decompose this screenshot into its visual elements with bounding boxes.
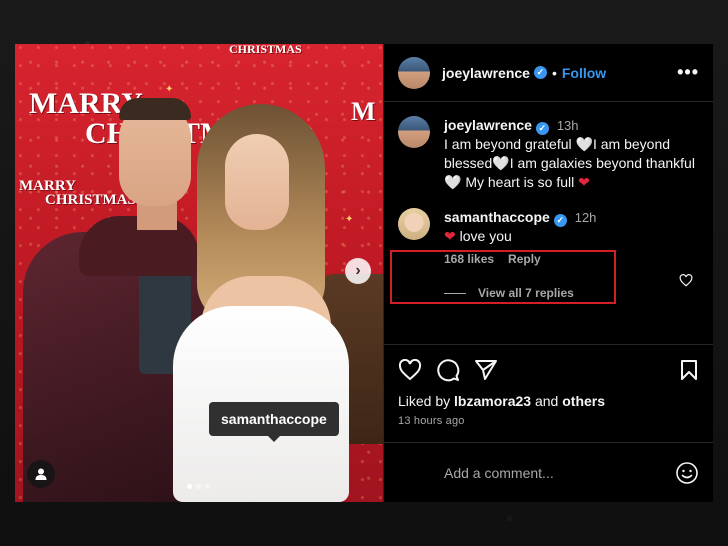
pager-dot (187, 484, 192, 489)
liked-by-and: and (531, 393, 563, 409)
bookmark-icon[interactable] (679, 359, 699, 381)
user-tag-tooltip[interactable]: samanthaccope (209, 402, 339, 442)
pager-dot (196, 484, 201, 489)
heart-outline-icon[interactable] (398, 359, 422, 381)
comment-body: samanthaccope ✓ 12h ❤ love you (444, 208, 596, 246)
user-tag-icon (35, 468, 47, 480)
header-username[interactable]: joeylawrence (442, 65, 530, 81)
caption-text: I am galaxies beyond thankful (509, 155, 695, 171)
comment-time: 12h (574, 210, 597, 225)
caption-text: I am beyond grateful (444, 136, 576, 152)
pager-dot (205, 484, 210, 489)
instagram-post-dialog: CHRISTMAS MARRY CHRISTMAS MARRY CHRISTMA… (15, 44, 713, 502)
avatar[interactable] (398, 56, 430, 89)
avatar[interactable] (398, 116, 430, 148)
paper-plane-icon[interactable] (474, 359, 498, 381)
backdrop-logo-text: CHRISTMAS (45, 192, 136, 208)
caption-time: 13h (556, 118, 579, 133)
caption-body: joeylawrence ✓ 13h I am beyond grateful 🤍… (444, 116, 699, 192)
heart-outline-icon[interactable] (679, 274, 693, 287)
chevron-right-icon: › (355, 262, 361, 279)
red-heart-emoji: ❤ (444, 228, 456, 244)
add-comment-input[interactable] (444, 464, 675, 481)
liked-by-others[interactable]: others (562, 393, 605, 409)
backdrop-logo-text: M (351, 97, 376, 126)
verified-badge-icon: ✓ (535, 122, 549, 135)
woman-face (225, 134, 289, 230)
carousel-next-button[interactable]: › (345, 258, 371, 284)
caption: joeylawrence ✓ 13h I am beyond grateful 🤍… (398, 116, 699, 192)
caption-username[interactable]: joeylawrence (444, 117, 532, 133)
sparkle-icon: ✦ (165, 84, 174, 95)
carousel-pager (187, 484, 210, 489)
verified-badge-icon: ✓ (553, 214, 567, 227)
action-row (398, 357, 699, 383)
red-heart-emoji: ❤ (578, 174, 590, 190)
white-heart-emoji: 🤍 (444, 174, 462, 190)
comment-username[interactable]: samanthaccope (444, 209, 550, 225)
more-options-button[interactable]: ••• (677, 62, 699, 83)
highlight-box (390, 250, 616, 304)
post-timestamp: 13 hours ago (398, 415, 465, 427)
comment-composer (384, 442, 713, 502)
verified-badge-icon: ✓ (533, 66, 547, 79)
follow-button[interactable]: Follow (562, 65, 606, 81)
smiley-icon[interactable] (675, 461, 699, 485)
show-tags-button[interactable] (27, 460, 55, 488)
liked-by-prefix: Liked by (398, 393, 455, 409)
man-hair (119, 98, 191, 120)
white-heart-emoji: 🤍 (492, 155, 510, 171)
post-side-panel: joeylawrence ✓ • Follow ••• joeylawrence… (383, 44, 713, 502)
comment-text: love you (455, 228, 512, 244)
comment-bubble-icon[interactable] (436, 358, 460, 382)
comments-section: joeylawrence ✓ 13h I am beyond grateful 🤍… (384, 102, 713, 344)
separator: • (551, 64, 557, 81)
post-header: joeylawrence ✓ • Follow ••• (384, 44, 713, 102)
liked-by-user[interactable]: lbzamora23 (454, 393, 531, 409)
backdrop-logo-text: CHRISTMAS (229, 44, 302, 56)
post-actions: Liked by lbzamora23 and others 13 hours … (384, 344, 713, 427)
caption-text: My heart is so full (461, 174, 579, 190)
white-heart-emoji: 🤍 (575, 136, 593, 152)
comment-item: samanthaccope ✓ 12h ❤ love you (398, 208, 699, 246)
avatar[interactable] (398, 208, 430, 240)
sparkle-icon: ✦ (345, 214, 354, 225)
liked-by-text: Liked by lbzamora23 and others (398, 393, 699, 409)
post-photo[interactable]: CHRISTMAS MARRY CHRISTMAS MARRY CHRISTMA… (15, 44, 383, 502)
